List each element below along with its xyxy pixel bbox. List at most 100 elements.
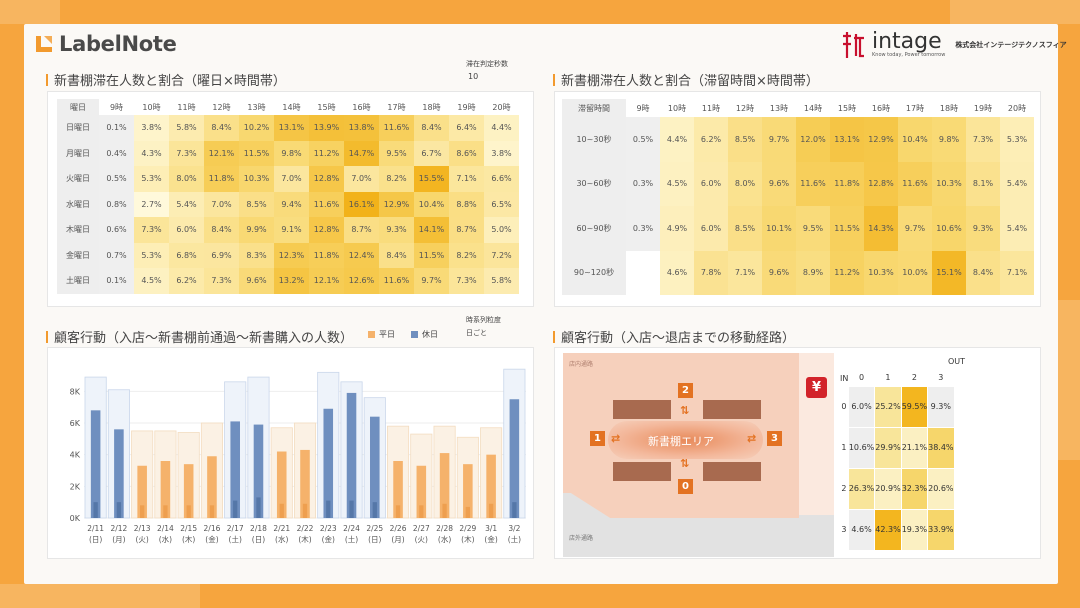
node-2[interactable]: 2 — [678, 383, 693, 398]
heat-cell[interactable]: 12.0% — [796, 117, 830, 162]
heat-cell[interactable]: 11.8% — [309, 242, 344, 268]
heat-cell[interactable]: 9.6% — [762, 161, 796, 206]
heat-cell[interactable]: 9.5% — [379, 140, 414, 166]
heat-cell[interactable]: 11.8% — [830, 161, 864, 206]
heat-cell[interactable]: 4.5% — [660, 161, 694, 206]
heat-cell[interactable]: 6.0% — [169, 217, 204, 243]
heat-cell[interactable]: 7.1% — [1000, 250, 1034, 295]
matrix-cell[interactable]: 20.6% — [927, 467, 955, 510]
bar-purchase[interactable] — [186, 505, 191, 518]
heat-cell[interactable]: 8.4% — [414, 115, 449, 141]
bar-purchase[interactable] — [395, 505, 401, 518]
heat-cell[interactable]: 8.5% — [728, 117, 762, 162]
heat-cell[interactable]: 10.4% — [898, 117, 932, 162]
heat-cell[interactable]: 10.4% — [414, 191, 449, 217]
heat-cell[interactable]: 11.6% — [898, 161, 932, 206]
heat-cell[interactable]: 11.6% — [796, 161, 830, 206]
bar-purchase[interactable] — [349, 500, 354, 518]
heat-cell[interactable]: 11.6% — [379, 115, 414, 141]
heat-cell[interactable]: 12.9% — [379, 191, 414, 217]
bar-purchase[interactable] — [93, 502, 98, 518]
heat-cell[interactable]: 7.3% — [169, 140, 204, 166]
heat-cell[interactable]: 7.8% — [694, 250, 728, 295]
bar-pass-shelf[interactable] — [90, 410, 101, 518]
heat-cell[interactable]: 7.3% — [966, 117, 1000, 162]
heat-cell[interactable]: 9.6% — [762, 250, 796, 295]
heat-cell[interactable]: 0.5% — [99, 166, 134, 192]
heat-cell[interactable]: 3.8% — [134, 115, 169, 141]
heat-cell[interactable]: 9.6% — [239, 268, 274, 294]
heat-cell[interactable]: 8.4% — [379, 242, 414, 268]
heat-cell[interactable]: 4.6% — [660, 250, 694, 295]
heat-cell[interactable]: 12.8% — [309, 217, 344, 243]
heat-cell[interactable]: 2.7% — [134, 191, 169, 217]
matrix-cell[interactable]: 21.1% — [900, 426, 929, 469]
heat-cell[interactable]: 12.4% — [344, 242, 379, 268]
heat-cell[interactable]: 8.4% — [966, 250, 1000, 295]
heat-cell[interactable]: 9.4% — [274, 191, 309, 217]
heat-cell[interactable]: 13.2% — [274, 268, 309, 294]
heat-cell[interactable]: 8.4% — [204, 115, 239, 141]
heat-cell[interactable]: 6.2% — [169, 268, 204, 294]
heat-cell[interactable]: 9.3% — [379, 217, 414, 243]
heat-cell[interactable]: 8.7% — [449, 217, 484, 243]
heat-cell[interactable]: 5.8% — [484, 268, 519, 294]
heat-cell[interactable]: 9.8% — [274, 140, 309, 166]
heat-cell[interactable]: 5.3% — [134, 242, 169, 268]
heat-cell[interactable]: 4.4% — [660, 117, 694, 162]
matrix-cell[interactable]: 59.5% — [900, 385, 929, 428]
heat-cell[interactable]: 11.5% — [239, 140, 274, 166]
bar-purchase[interactable] — [488, 503, 494, 518]
bar-purchase[interactable] — [233, 500, 238, 518]
bar-purchase[interactable] — [256, 497, 261, 518]
heat-cell[interactable]: 9.5% — [796, 206, 830, 251]
bar-purchase[interactable] — [302, 503, 308, 518]
matrix-cell[interactable]: 26.3% — [847, 467, 876, 510]
heat-cell[interactable]: 0.3% — [626, 161, 660, 206]
heat-cell[interactable]: 14.3% — [864, 206, 898, 251]
bar-purchase[interactable] — [279, 503, 284, 518]
matrix-cell[interactable]: 38.4% — [927, 426, 955, 469]
heat-cell[interactable]: 12.8% — [309, 166, 344, 192]
heat-cell[interactable]: 6.0% — [694, 161, 728, 206]
heat-cell[interactable]: 8.2% — [379, 166, 414, 192]
heat-cell[interactable]: 5.4% — [1000, 206, 1034, 251]
heat-cell[interactable]: 4.4% — [484, 115, 519, 141]
heat-cell[interactable]: 13.1% — [830, 117, 864, 162]
heat-cell[interactable]: 7.0% — [274, 166, 309, 192]
matrix-cell[interactable]: 25.2% — [874, 385, 902, 428]
heat-cell[interactable]: 5.3% — [134, 166, 169, 192]
matrix-cell[interactable]: 33.9% — [927, 508, 955, 551]
heat-cell[interactable]: 7.2% — [484, 242, 519, 268]
heat-cell[interactable]: 15.1% — [932, 250, 966, 295]
heat-cell[interactable]: 8.8% — [449, 191, 484, 217]
filter-value[interactable]: 10 — [468, 72, 478, 81]
bar-purchase[interactable] — [465, 506, 470, 518]
bar-purchase[interactable] — [372, 502, 377, 518]
granularity-value[interactable]: 日ごと — [466, 328, 487, 338]
heat-cell[interactable]: 6.7% — [414, 140, 449, 166]
heat-cell[interactable]: 10.3% — [932, 161, 966, 206]
heat-cell[interactable]: 12.3% — [274, 242, 309, 268]
bar-pass-shelf[interactable] — [346, 392, 357, 518]
heat-cell[interactable]: 9.1% — [274, 217, 309, 243]
heat-cell[interactable]: 5.8% — [169, 115, 204, 141]
heat-cell[interactable]: 0.8% — [99, 191, 134, 217]
node-1[interactable]: 1 — [590, 431, 605, 446]
bar-purchase[interactable] — [512, 502, 517, 518]
matrix-cell[interactable]: 32.3% — [900, 467, 929, 510]
matrix-cell[interactable]: 9.3% — [927, 385, 955, 428]
heat-cell[interactable]: 9.7% — [762, 117, 796, 162]
heat-cell[interactable]: 6.0% — [694, 206, 728, 251]
node-0[interactable]: 0 — [678, 479, 693, 494]
heat-cell[interactable]: 8.1% — [966, 161, 1000, 206]
heat-cell[interactable]: 15.5% — [414, 166, 449, 192]
bar-purchase[interactable] — [419, 505, 424, 518]
bar-purchase[interactable] — [116, 502, 122, 518]
heat-cell[interactable]: 9.7% — [414, 268, 449, 294]
heat-cell[interactable]: 0.1% — [99, 115, 134, 141]
heat-cell[interactable]: 11.2% — [830, 250, 864, 295]
heat-cell[interactable]: 7.3% — [449, 268, 484, 294]
heat-cell[interactable]: 11.5% — [414, 242, 449, 268]
heat-cell[interactable]: 4.9% — [660, 206, 694, 251]
